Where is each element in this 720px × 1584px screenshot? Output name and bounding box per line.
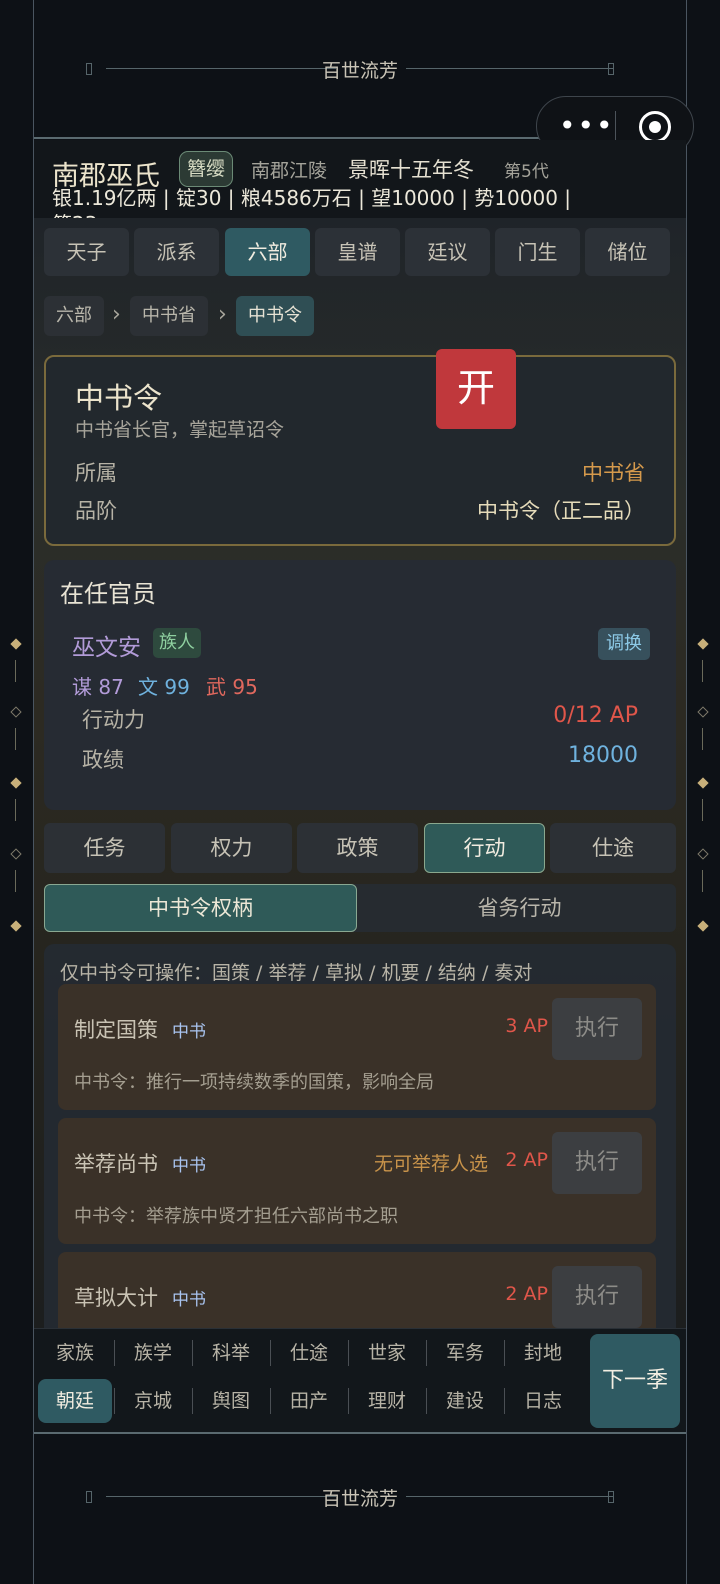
action-desc: 中书令：推行一项持续数季的国策，影响全局	[74, 1072, 434, 1093]
action-cost: 2 AP	[505, 1149, 548, 1171]
tab-liubu[interactable]: 六部	[225, 228, 310, 276]
frame-line-right	[686, 0, 687, 1584]
office-rank-value: 中书令（正二品）	[477, 499, 645, 523]
close-miniprogram-icon[interactable]	[639, 111, 671, 143]
nav-rizhi[interactable]: 日志	[506, 1379, 580, 1423]
office-card: 中书令 中书省长官，掌起草诏令 所属 中书省 品阶 中书令（正二品）	[44, 355, 676, 546]
action-card: 制定国策 中书 3 AP 执行 中书令：推行一项持续数季的国策，影响全局	[58, 984, 656, 1110]
more-icon[interactable]: •••	[559, 111, 613, 141]
subtab-quanli[interactable]: 权力	[171, 823, 292, 873]
swap-button[interactable]: 调换	[598, 628, 650, 660]
nav-chaoting[interactable]: 朝廷	[38, 1379, 112, 1423]
crumb-zhongshusheng[interactable]: 中书省	[130, 296, 208, 336]
execute-button[interactable]: 执行	[552, 1266, 642, 1328]
banner-title-bottom: 百世流芳	[321, 1488, 398, 1510]
stat-strategy: 谋 87	[72, 675, 124, 699]
action-name: 制定国策	[74, 1018, 158, 1042]
officials-title: 在任官员	[60, 580, 156, 608]
era-date: 景晖十五年冬	[348, 158, 474, 182]
side-ornament-left	[10, 638, 22, 940]
tab-paixi[interactable]: 派系	[134, 228, 219, 276]
office-dept-value: 中书省	[582, 461, 645, 485]
tab-mensheng[interactable]: 门生	[495, 228, 580, 276]
crumb-liubu[interactable]: 六部	[44, 296, 104, 336]
nav-keju[interactable]: 科举	[194, 1331, 268, 1375]
action-segment-control: 中书令权柄 省务行动	[44, 884, 676, 932]
subtab-shitu[interactable]: 仕途	[550, 823, 676, 873]
tab-huangpu[interactable]: 皇谱	[315, 228, 400, 276]
nav-fengdi[interactable]: 封地	[506, 1331, 580, 1375]
action-card: 举荐尚书 中书 无可举荐人选 2 AP 执行 中书令：举荐族中贤才担任六部尚书之…	[58, 1118, 656, 1244]
nav-jiazu[interactable]: 家族	[38, 1331, 112, 1375]
office-dept-label: 所属	[75, 461, 117, 485]
nav-tianchan[interactable]: 田产	[272, 1379, 346, 1423]
open-button[interactable]: 开	[436, 349, 516, 429]
bottom-banner: 百世流芳	[34, 1428, 686, 1568]
merit-value: 18000	[568, 743, 638, 768]
nav-shitu[interactable]: 仕途	[272, 1331, 346, 1375]
resource-stats: 银1.19亿两 | 锭30 | 粮4586万石 | 望10000 | 势1000…	[52, 186, 572, 210]
crumb-zhongshuling[interactable]: 中书令	[236, 296, 314, 336]
action-card: 草拟大计 中书 2 AP 执行	[58, 1252, 656, 1328]
banner-title: 百世流芳	[321, 60, 398, 82]
nav-zuxue[interactable]: 族学	[116, 1331, 190, 1375]
action-desc: 中书令：举荐族中贤才担任六部尚书之职	[74, 1206, 398, 1227]
nav-yutu[interactable]: 舆图	[194, 1379, 268, 1423]
office-title: 中书令	[75, 381, 163, 415]
segment-authority[interactable]: 中书令权柄	[44, 884, 357, 932]
chevron-right-icon: ›	[112, 302, 121, 327]
stat-martial: 武 95	[206, 675, 258, 699]
action-tag: 中书	[172, 1156, 206, 1176]
next-season-button[interactable]: 下一季	[590, 1334, 680, 1428]
office-desc: 中书省长官，掌起草诏令	[75, 419, 285, 441]
action-tag: 中书	[172, 1022, 206, 1042]
stat-literary: 文 99	[138, 675, 190, 699]
tab-tianzi[interactable]: 天子	[44, 228, 129, 276]
tab-chuwei[interactable]: 储位	[585, 228, 670, 276]
subtab-renwu[interactable]: 任务	[44, 823, 165, 873]
actions-panel: 仅中书令可操作：国策 / 举荐 / 草拟 / 机要 / 结纳 / 奏对 制定国策…	[44, 944, 676, 1328]
office-subtabs: 任务 权力 政策 行动 仕途	[44, 823, 676, 873]
official-tag: 族人	[153, 628, 201, 658]
nav-licai[interactable]: 理财	[350, 1379, 424, 1423]
nav-junwu[interactable]: 军务	[428, 1331, 502, 1375]
action-cost: 3 AP	[505, 1015, 548, 1037]
court-tabs: 天子 派系 六部 皇谱 廷议 门生 储位	[44, 228, 676, 276]
clan-status-bar: 南郡巫氏 簪缨 南郡江陵 景晖十五年冬 第5代 银1.19亿两 | 锭30 | …	[34, 140, 686, 218]
bottom-nav: 家族 族学 科举 仕途 世家 军务 封地 朝廷 京城 舆图 田产 理财 建设 日…	[34, 1328, 686, 1432]
side-ornament-right	[697, 638, 709, 940]
office-rank-label: 品阶	[75, 499, 117, 523]
action-name: 草拟大计	[74, 1286, 158, 1310]
subtab-xingdong[interactable]: 行动	[424, 823, 545, 873]
tab-tingyi[interactable]: 廷议	[405, 228, 490, 276]
resource-stats-overflow: 第23	[52, 208, 97, 218]
generation: 第5代	[504, 162, 549, 182]
actions-note: 仅中书令可操作：国策 / 举荐 / 草拟 / 机要 / 结纳 / 奏对	[60, 962, 533, 984]
execute-button[interactable]: 执行	[552, 998, 642, 1060]
merit-label: 政绩	[82, 748, 124, 772]
ap-value: 0/12 AP	[553, 703, 638, 728]
action-tag: 中书	[172, 1290, 206, 1310]
officials-panel: 在任官员 巫文安 族人 调换 谋 87 文 99 武 95 行动力 0/12 A…	[44, 560, 676, 810]
clan-place: 南郡江陵	[251, 160, 328, 182]
subtab-zhengce[interactable]: 政策	[297, 823, 418, 873]
official-name[interactable]: 巫文安	[72, 628, 141, 662]
action-warning: 无可举荐人选	[373, 1153, 488, 1175]
ap-label: 行动力	[82, 708, 145, 732]
action-cost: 2 AP	[505, 1283, 548, 1305]
nav-shijia[interactable]: 世家	[350, 1331, 424, 1375]
segment-province-actions[interactable]: 省务行动	[363, 884, 676, 932]
action-name: 举荐尚书	[74, 1152, 158, 1176]
chevron-right-icon: ›	[218, 302, 227, 327]
nav-jingcheng[interactable]: 京城	[116, 1379, 190, 1423]
nav-jianshe[interactable]: 建设	[428, 1379, 502, 1423]
execute-button[interactable]: 执行	[552, 1132, 642, 1194]
